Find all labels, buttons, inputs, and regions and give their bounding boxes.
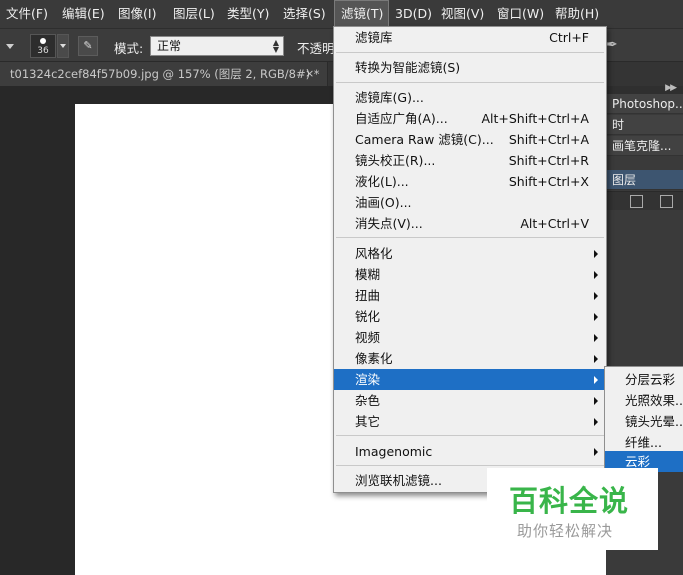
pressure-pen-icon[interactable]: ✒ — [606, 37, 618, 53]
submenu-item-lighting-effects[interactable]: 光照效果... — [605, 390, 683, 411]
menu-item-blur[interactable]: 模糊 — [334, 264, 606, 285]
brush-panel-toggle-icon[interactable]: ✎ — [78, 36, 98, 56]
menu-separator — [336, 465, 604, 466]
submenu-arrow-icon — [594, 397, 598, 405]
brush-size-value: 36 — [37, 46, 49, 56]
menu-layer[interactable]: 图层(L) — [167, 0, 221, 28]
menu-separator — [336, 52, 604, 53]
menu-item-render[interactable]: 渲染 — [334, 369, 606, 390]
menu-item-stylize[interactable]: 风格化 — [334, 243, 606, 264]
menu-item-liquify[interactable]: 液化(L)... Shift+Ctrl+X — [334, 171, 606, 192]
menu-item-vanishing-point[interactable]: 消失点(V)... Alt+Ctrl+V — [334, 213, 606, 234]
submenu-arrow-icon — [594, 355, 598, 363]
submenu-arrow-icon — [594, 448, 598, 456]
render-submenu: 分层云彩 光照效果... 镜头光晕... 纤维... 云彩 — [604, 366, 683, 472]
menu-item-adaptive-wide-angle[interactable]: 自适应广角(A)... Alt+Shift+Ctrl+A — [334, 108, 606, 129]
menu-separator — [336, 237, 604, 238]
submenu-arrow-icon — [594, 334, 598, 342]
menu-select[interactable]: 选择(S) — [277, 0, 334, 28]
panel-footer — [606, 191, 683, 210]
submenu-arrow-icon — [594, 376, 598, 384]
watermark-title: 百科全说 — [509, 484, 630, 518]
menu-separator — [336, 435, 604, 436]
menu-help[interactable]: 帮助(H) — [549, 0, 609, 28]
trash-icon[interactable] — [660, 195, 673, 208]
mode-label: 模式: — [114, 41, 144, 56]
menu-item-noise[interactable]: 杂色 — [334, 390, 606, 411]
panel-header: ▶▶ — [606, 83, 683, 94]
menu-window[interactable]: 窗口(W) — [491, 0, 549, 28]
menu-item-convert-smart-filter[interactable]: 转换为智能滤镜(S) — [334, 57, 606, 78]
panel-collapse-icon[interactable]: ▶▶ — [665, 83, 677, 93]
panel-row-brush-clone[interactable]: 画笔克隆... — [606, 136, 683, 156]
submenu-arrow-icon — [594, 271, 598, 279]
submenu-arrow-icon — [594, 313, 598, 321]
menu-image[interactable]: 图像(I) — [112, 0, 167, 28]
menu-type[interactable]: 类型(Y) — [221, 0, 277, 28]
menu-item-sharpen[interactable]: 锐化 — [334, 306, 606, 327]
submenu-item-difference-clouds[interactable]: 分层云彩 — [605, 369, 683, 390]
panel-row-layer[interactable]: 图层 — [606, 170, 683, 190]
mode-select-value: 正常 — [157, 39, 182, 53]
menu-edit[interactable]: 编辑(E) — [56, 0, 112, 28]
menu-item-distort[interactable]: 扭曲 — [334, 285, 606, 306]
menu-item-filter-gallery-last[interactable]: 滤镜库 Ctrl+F — [334, 27, 606, 48]
brush-preset-picker[interactable]: 36 — [30, 34, 56, 58]
updown-arrows-icon: ▲ ▼ — [272, 38, 279, 54]
brush-tip-icon — [40, 38, 46, 44]
tool-preset-dropdown-icon[interactable] — [6, 44, 14, 49]
menu-item-imagenomic[interactable]: Imagenomic — [334, 441, 606, 462]
menu-item-video[interactable]: 视频 — [334, 327, 606, 348]
filter-menu: 滤镜库 Ctrl+F 转换为智能滤镜(S) 滤镜库(G)... 自适应广角(A)… — [333, 26, 607, 493]
submenu-item-lens-flare[interactable]: 镜头光晕... — [605, 411, 683, 432]
menu-item-other[interactable]: 其它 — [334, 411, 606, 432]
submenu-arrow-icon — [594, 292, 598, 300]
watermark-subtitle: 助你轻松解决 — [517, 522, 614, 540]
menu-bar: 文件(F) 编辑(E) 图像(I) 图层(L) 类型(Y) 选择(S) 滤镜(T… — [0, 0, 683, 28]
menu-file[interactable]: 文件(F) — [0, 0, 56, 28]
mode-select[interactable]: 正常 ▲ ▼ — [150, 36, 284, 56]
menu-3d[interactable]: 3D(D) — [389, 0, 435, 28]
submenu-arrow-icon — [594, 250, 598, 258]
submenu-arrow-icon — [594, 418, 598, 426]
opacity-label: 不透明 — [297, 41, 335, 56]
watermark: 百科全说 助你轻松解决 — [487, 468, 658, 550]
new-layer-icon[interactable] — [630, 195, 643, 208]
panel-row-history[interactable]: 时 — [606, 115, 683, 135]
menu-item-filter-gallery[interactable]: 滤镜库(G)... — [334, 87, 606, 108]
brush-picker-dropdown[interactable] — [57, 34, 69, 58]
panel-row-photoshop[interactable]: Photoshop... — [606, 94, 683, 114]
document-tab[interactable]: t01324c2cef84f57b09.jpg @ 157% (图层 2, RG… — [0, 62, 328, 86]
menu-item-pixelate[interactable]: 像素化 — [334, 348, 606, 369]
close-icon[interactable]: × — [305, 62, 314, 86]
submenu-item-fibers[interactable]: 纤维... — [605, 432, 683, 453]
menu-item-oil-paint[interactable]: 油画(O)... — [334, 192, 606, 213]
menu-item-camera-raw[interactable]: Camera Raw 滤镜(C)... Shift+Ctrl+A — [334, 129, 606, 150]
menu-separator — [336, 82, 604, 83]
menu-item-lens-correction[interactable]: 镜头校正(R)... Shift+Ctrl+R — [334, 150, 606, 171]
document-tab-title: t01324c2cef84f57b09.jpg @ 157% (图层 2, RG… — [10, 67, 320, 81]
menu-view[interactable]: 视图(V) — [435, 0, 491, 28]
menu-filter[interactable]: 滤镜(T) — [334, 0, 389, 28]
